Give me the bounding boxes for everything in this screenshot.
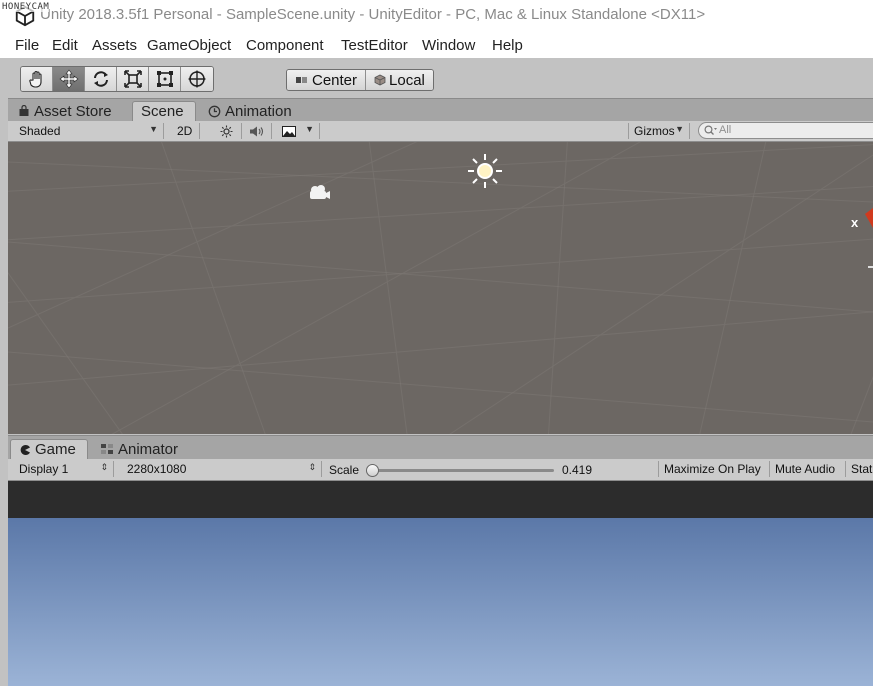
tab-animator-label: Animator (118, 440, 179, 458)
stats-toggle[interactable]: Stat (846, 461, 873, 477)
game-toolbar: Display 1 ⇕ 2280x1080 ⇕ Scale 0.419 Maxi… (8, 459, 873, 481)
pivot-toggles: Center Local (286, 69, 434, 91)
game-viewport[interactable] (8, 481, 873, 686)
mute-audio-toggle[interactable]: Mute Audio (770, 461, 846, 477)
pivot-local-label: Local (389, 71, 425, 89)
gizmos-dropdown[interactable]: Gizmos ▼ (628, 123, 690, 139)
window-left-edge (0, 58, 8, 686)
tab-scene[interactable]: Scene (132, 101, 196, 121)
scene-tab-strip: Asset Store Scene Animation (8, 98, 873, 121)
hand-tool-button[interactable] (21, 67, 53, 91)
search-icon (704, 125, 717, 135)
tab-game-label: Game (35, 441, 76, 458)
transform-tools (20, 66, 214, 92)
rotate-icon (93, 71, 108, 87)
directional-light-icon[interactable] (465, 151, 505, 191)
dropdown-arrow-icon: ▼ (675, 124, 684, 134)
sun-lighting-icon (220, 125, 233, 137)
camera-gizmo-icon[interactable] (307, 182, 333, 206)
orientation-gizmo-x-arrow-icon[interactable] (863, 204, 873, 230)
menu-bar: File Edit Assets GameObject Component Te… (0, 32, 873, 58)
move-tool-button[interactable] (53, 67, 85, 91)
pivot-center-icon (296, 77, 307, 83)
tab-animator[interactable]: Animator (92, 439, 186, 459)
menu-window[interactable]: Window (422, 37, 475, 54)
game-skybox (8, 518, 873, 686)
clock-icon (208, 105, 221, 117)
image-effects-icon (282, 125, 296, 137)
scale-label: Scale (329, 463, 360, 477)
local-space-cube-icon (374, 74, 386, 86)
scene-toolbar: Shaded ▼ 2D ▼ Gizmos ▼ All (8, 121, 873, 142)
main-toolbar: Center Local (8, 58, 873, 98)
menu-gameobject[interactable]: GameObject (147, 37, 231, 54)
scale-slider-track[interactable] (370, 469, 554, 472)
toggle-2d-label: 2D (177, 124, 193, 138)
rect-tool-button[interactable] (149, 67, 181, 91)
toggle-2d-button[interactable]: 2D (172, 123, 200, 139)
scale-slider-thumb[interactable] (366, 464, 379, 477)
pacman-game-icon (20, 444, 30, 455)
pivot-local-button[interactable]: Local (366, 70, 433, 90)
menu-testeditor[interactable]: TestEditor (341, 37, 408, 54)
updown-arrow-icon: ⇕ (308, 462, 316, 472)
pivot-center-label: Center (312, 71, 358, 89)
scene-grid (8, 142, 873, 434)
tab-asset-store-label: Asset Store (34, 102, 112, 120)
shopping-bag-icon (19, 105, 29, 116)
stats-label: Stat (851, 462, 873, 476)
gizmos-label: Gizmos (634, 124, 675, 138)
scale-tool-button[interactable] (117, 67, 149, 91)
transform-tool-button[interactable] (181, 67, 213, 91)
scene-lighting-toggle[interactable] (212, 123, 242, 139)
window-title: Unity 2018.3.5f1 Personal - SampleScene.… (40, 6, 706, 23)
game-letterbox (8, 481, 873, 518)
scene-search-input[interactable]: All (698, 122, 873, 139)
scale-icon (123, 70, 142, 88)
resolution-value: 2280x1080 (127, 462, 187, 476)
mute-audio-label: Mute Audio (775, 462, 836, 476)
animator-graph-icon (101, 444, 113, 454)
display-value: Display 1 (19, 462, 69, 476)
pivot-center-button[interactable]: Center (287, 70, 367, 90)
hand-icon (28, 70, 42, 88)
move-arrows-icon (59, 69, 78, 89)
menu-component[interactable]: Component (246, 37, 324, 54)
scene-audio-toggle[interactable] (242, 123, 272, 139)
tab-animation[interactable]: Animation (200, 101, 300, 121)
tab-asset-store[interactable]: Asset Store (10, 101, 120, 121)
tab-animation-label: Animation (225, 102, 292, 120)
menu-help[interactable]: Help (492, 37, 523, 54)
menu-assets[interactable]: Assets (92, 37, 137, 54)
scene-effects-dropdown[interactable]: ▼ (278, 123, 320, 139)
tab-game[interactable]: Game (10, 439, 88, 459)
tab-scene-label: Scene (141, 103, 184, 120)
orientation-gizmo-tick (868, 266, 873, 268)
speaker-icon (249, 126, 263, 136)
scale-value: 0.419 (562, 463, 593, 477)
scene-search-placeholder: All (719, 124, 732, 136)
orientation-gizmo-x-label[interactable]: x (851, 215, 858, 230)
maximize-on-play-label: Maximize On Play (664, 462, 761, 476)
rotate-tool-button[interactable] (85, 67, 117, 91)
updown-arrow-icon: ⇕ (100, 462, 108, 472)
title-bar: Unity 2018.3.5f1 Personal - SampleScene.… (0, 0, 873, 32)
recorder-watermark: HONEYCAM (2, 2, 50, 12)
menu-edit[interactable]: Edit (52, 37, 78, 54)
game-tab-strip: Game Animator (8, 435, 873, 460)
maximize-on-play-toggle[interactable]: Maximize On Play (658, 461, 770, 477)
shading-mode-dropdown[interactable]: Shaded ▼ (14, 123, 164, 139)
display-dropdown[interactable]: Display 1 ⇕ (14, 461, 114, 477)
dropdown-arrow-icon: ▼ (149, 124, 158, 134)
dropdown-arrow-icon: ▼ (305, 124, 314, 134)
shading-mode-value: Shaded (19, 124, 61, 138)
resolution-dropdown[interactable]: 2280x1080 ⇕ (122, 461, 322, 477)
transform-combined-icon (188, 70, 206, 88)
menu-file[interactable]: File (15, 37, 39, 54)
rect-transform-icon (156, 71, 173, 87)
scene-viewport[interactable]: x (8, 142, 873, 434)
